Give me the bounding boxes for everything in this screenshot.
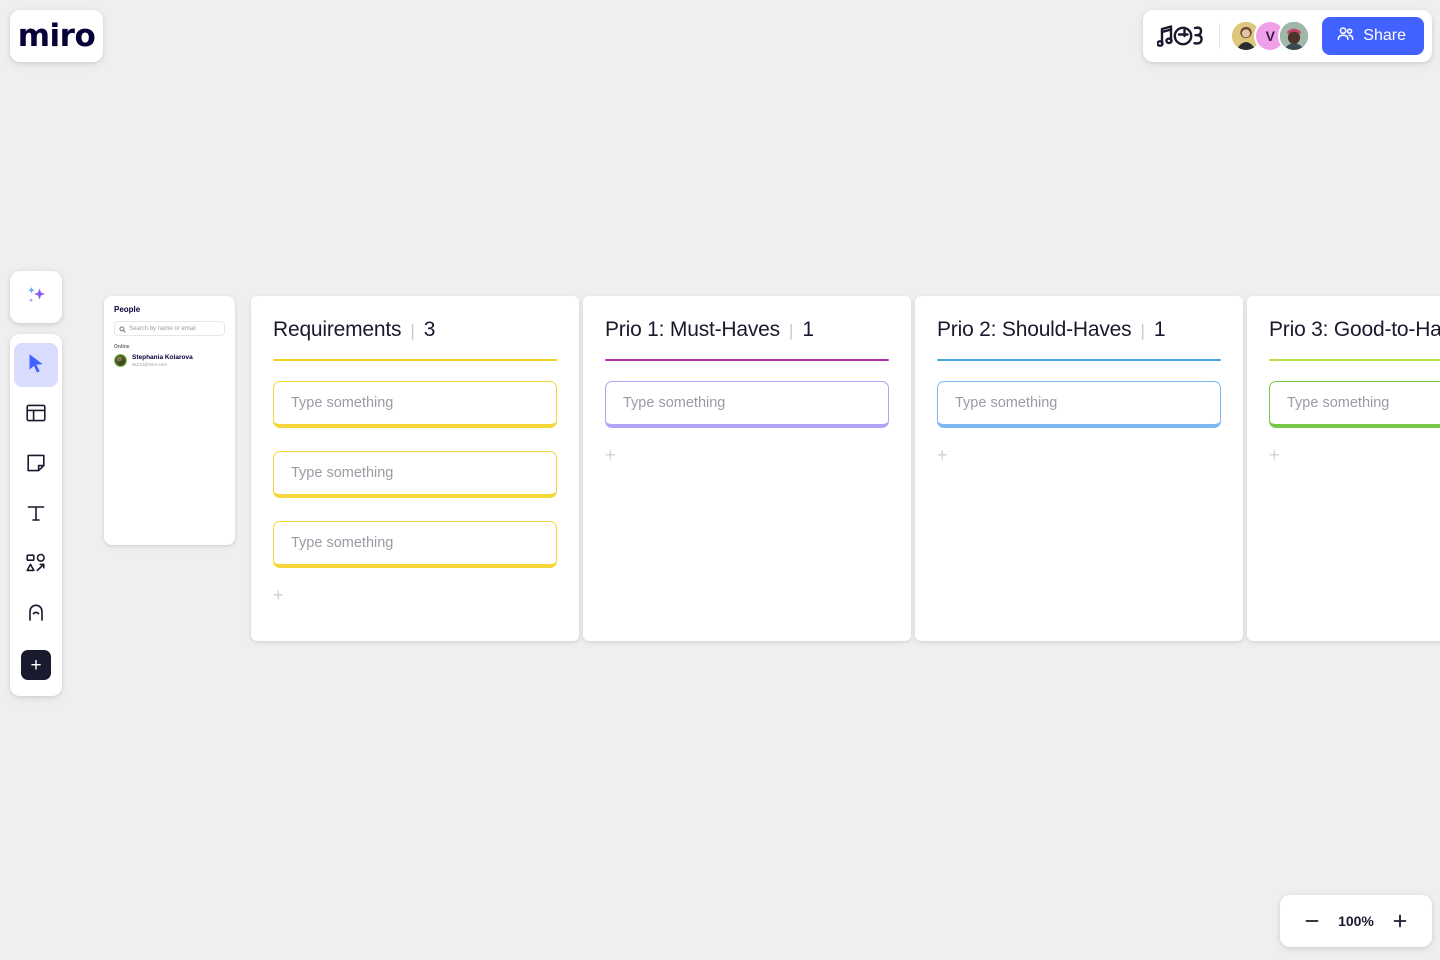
search-icon (119, 320, 126, 338)
column-title: Prio 1: Must-Haves (605, 318, 780, 341)
board-column-prio-2[interactable]: Prio 2: Should-Haves | 1 Type something … (915, 296, 1243, 641)
board-card[interactable]: Type something (937, 381, 1221, 428)
avatar[interactable] (1278, 20, 1311, 52)
template-icon (25, 402, 47, 429)
miro-logo-text: miro (17, 17, 96, 54)
avatar (114, 354, 127, 368)
shapes-tool[interactable] (14, 543, 58, 587)
board-card[interactable]: Type something (273, 451, 557, 498)
card-placeholder: Type something (291, 535, 394, 551)
person-name: Stephania Kolarova (132, 354, 193, 361)
card-list: Type something (1269, 381, 1440, 428)
column-count: 1 (802, 318, 815, 341)
people-search-placeholder: Search by name or email (129, 325, 196, 332)
list-item[interactable]: Stephania Kolarova sk213@miro.com (114, 354, 225, 368)
column-title: Requirements (273, 318, 402, 341)
cursor-icon (25, 352, 47, 379)
board-card[interactable]: Type something (1269, 381, 1440, 428)
column-accent-rule (1269, 359, 1440, 361)
board-columns: Requirements | 3 Type something Type som… (251, 296, 1440, 641)
miro-board-canvas: miro V Share + People Search by name or … (0, 0, 1440, 960)
column-count: 1 (1153, 318, 1166, 341)
card-placeholder: Type something (291, 465, 394, 481)
sparkle-icon (23, 282, 49, 313)
music-notes-icon[interactable] (1157, 21, 1213, 51)
people-panel: People Search by name or email Online St… (104, 296, 235, 545)
board-column-prio-1[interactable]: Prio 1: Must-Haves | 1 Type something + (583, 296, 911, 641)
zoom-level-value: 100% (1338, 913, 1374, 929)
miro-logo[interactable]: miro (10, 10, 103, 62)
card-placeholder: Type something (1287, 395, 1390, 411)
column-header: Prio 2: Should-Haves | 1 (937, 318, 1221, 342)
people-online-label: Online (114, 344, 130, 350)
zoom-in-button[interactable] (1385, 906, 1415, 936)
person-email: sk213@miro.com (132, 362, 168, 368)
card-list: Type something (605, 381, 889, 428)
card-placeholder: Type something (955, 395, 1058, 411)
column-accent-rule (937, 359, 1221, 361)
column-header: Prio 3: Good-to-Haves | 1 (1269, 318, 1440, 342)
shapes-icon (25, 552, 47, 579)
pen-icon (25, 602, 47, 629)
ai-sparkle-tool[interactable] (10, 271, 62, 323)
people-search-input[interactable]: Search by name or email (114, 321, 225, 336)
text-icon (25, 502, 47, 529)
board-card[interactable]: Type something (273, 381, 557, 428)
card-list: Type something Type something Type somet… (273, 381, 557, 568)
card-list: Type something (937, 381, 1221, 428)
plus-icon: + (21, 650, 51, 680)
column-header: Prio 1: Must-Haves | 1 (605, 318, 889, 342)
left-toolbar: + (10, 334, 62, 696)
text-tool[interactable] (14, 493, 58, 537)
person-info: Stephania Kolarova sk213@miro.com (132, 354, 193, 368)
card-placeholder: Type something (291, 395, 394, 411)
avatar-initial: V (1265, 28, 1275, 44)
board-column-prio-3[interactable]: Prio 3: Good-to-Haves | 1 Type something… (1247, 296, 1440, 641)
column-count: 3 (423, 318, 436, 341)
column-separator: | (788, 321, 794, 340)
column-separator: | (1140, 321, 1145, 340)
column-accent-rule (605, 359, 889, 361)
column-title: Prio 3: Good-to-Haves (1269, 318, 1440, 341)
pen-tool[interactable] (14, 593, 58, 637)
zoom-control: 100% (1280, 895, 1432, 947)
board-card[interactable]: Type something (605, 381, 889, 428)
board-card[interactable]: Type something (273, 521, 557, 568)
add-card-button[interactable]: + (605, 446, 623, 465)
topbar-divider (1219, 23, 1221, 49)
column-title: Prio 2: Should-Haves (937, 318, 1132, 341)
column-header: Requirements | 3 (273, 318, 557, 342)
people-panel-title: People (114, 305, 141, 314)
column-accent-rule (273, 359, 557, 361)
more-apps-tool[interactable]: + (14, 643, 58, 687)
add-card-button[interactable]: + (273, 586, 291, 605)
add-card-button[interactable]: + (1269, 446, 1287, 465)
column-separator: | (410, 321, 415, 340)
people-icon (1336, 24, 1355, 48)
zoom-out-button[interactable] (1297, 906, 1327, 936)
select-tool[interactable] (14, 343, 58, 387)
sticky-note-icon (25, 452, 47, 479)
topbar: V Share (1143, 10, 1432, 62)
add-card-button[interactable]: + (937, 446, 955, 465)
share-button[interactable]: Share (1322, 17, 1424, 55)
template-tool[interactable] (14, 393, 58, 437)
card-placeholder: Type something (623, 395, 726, 411)
share-button-label: Share (1363, 27, 1406, 44)
avatar-group[interactable]: V (1230, 20, 1311, 52)
board-column-requirements[interactable]: Requirements | 3 Type something Type som… (251, 296, 579, 641)
sticky-note-tool[interactable] (14, 443, 58, 487)
